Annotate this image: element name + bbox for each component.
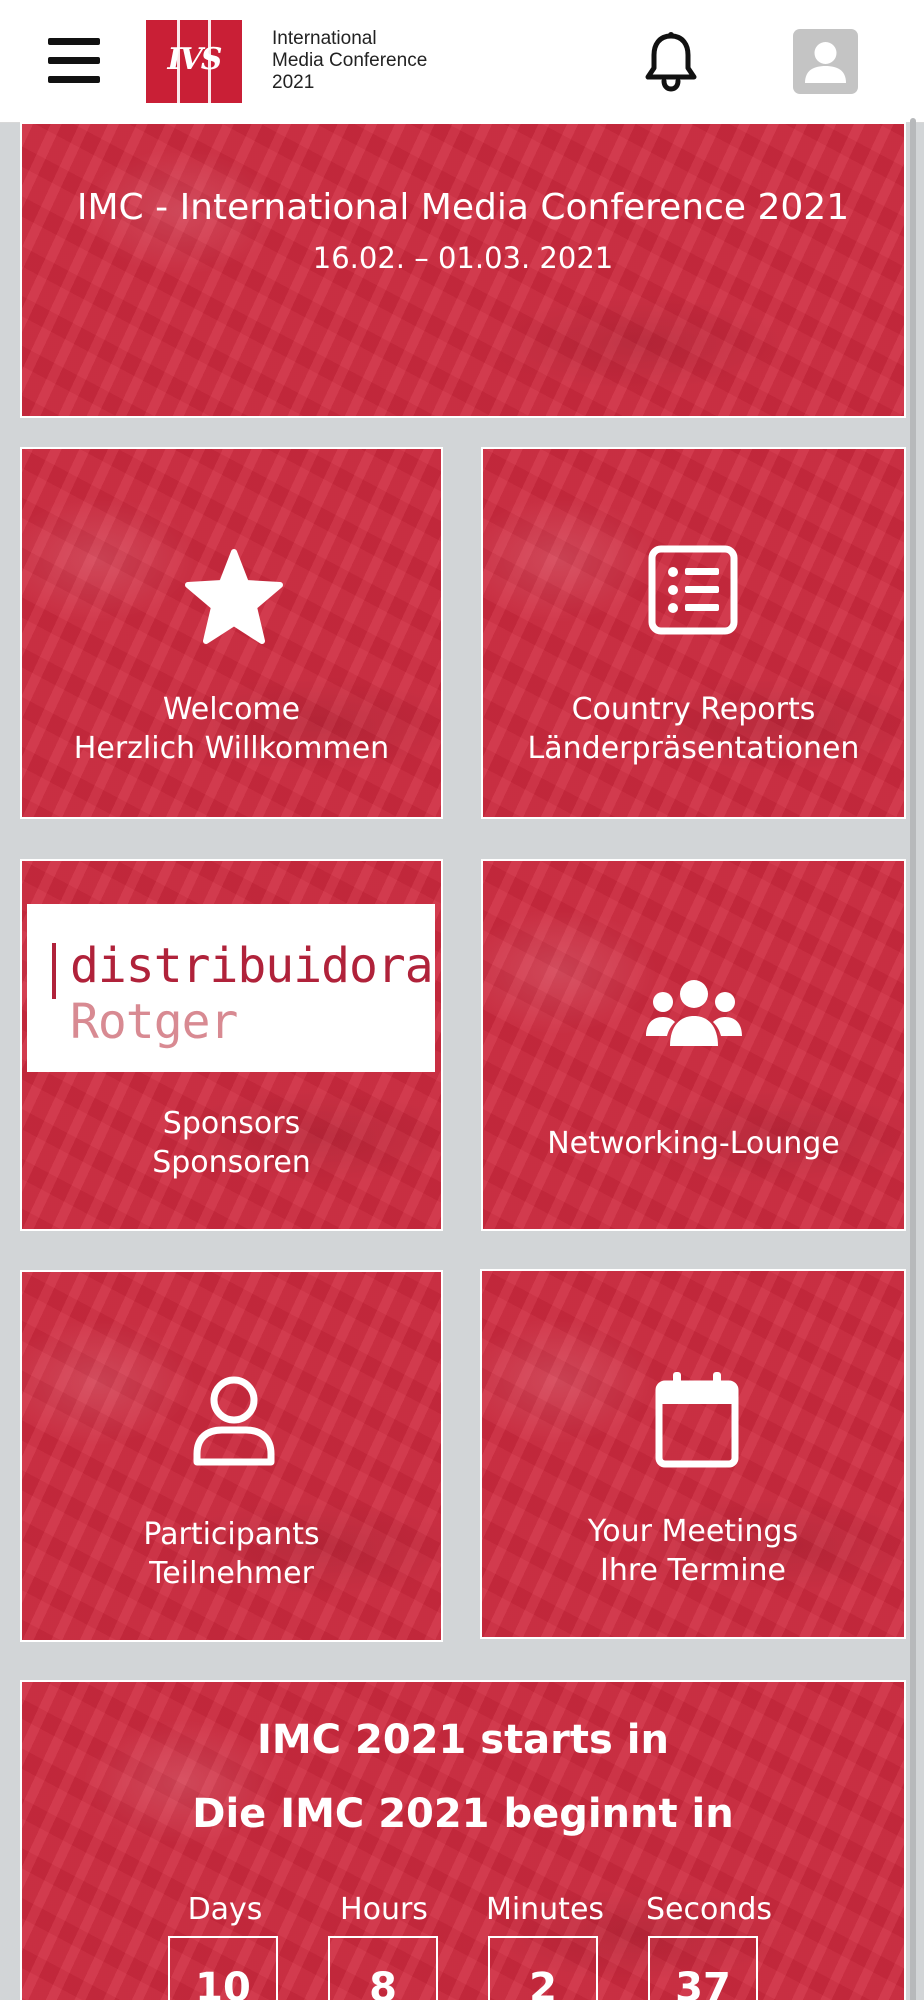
user-avatar-icon[interactable] [793, 29, 858, 94]
tile-sponsors-label-en: Sponsors [162, 1106, 301, 1141]
tile-networking-lounge-label: Networking-Lounge [547, 1126, 840, 1161]
countdown-hours-label: Hours [340, 1892, 428, 1927]
countdown-seconds-value: 37 [648, 1936, 758, 2000]
tile-sponsors[interactable]: distribuidora Rotger Sponsors Sponsoren [20, 859, 443, 1231]
tile-your-meetings[interactable]: Your Meetings Ihre Termine [480, 1269, 906, 1639]
countdown-minutes-label: Minutes [485, 1892, 605, 1927]
conference-hero-banner: IMC - International Media Conference 202… [20, 122, 906, 418]
sponsor-name-line-2: Rotger [70, 994, 238, 1050]
countdown-minutes-value: 2 [488, 1936, 598, 2000]
tile-country-reports[interactable]: Country Reports Länderpräsentationen [481, 447, 906, 819]
tile-participants-label-en: Participants [143, 1517, 320, 1552]
brand-line-3: 2021 [272, 72, 315, 93]
brand-line-1: International [272, 28, 377, 49]
sponsor-name-line-1: distribuidora [70, 938, 434, 994]
sponsor-logo-bar [52, 943, 56, 999]
bell-icon[interactable] [643, 30, 699, 92]
list-icon [647, 544, 739, 640]
tile-networking-lounge[interactable]: Networking-Lounge [481, 859, 906, 1231]
sponsor-logo-distribuidora-rotger[interactable]: distribuidora Rotger [27, 904, 435, 1072]
tile-participants[interactable]: Participants Teilnehmer [20, 1270, 443, 1642]
hamburger-menu-icon[interactable] [48, 38, 102, 84]
star-icon [182, 548, 286, 652]
users-group-icon [646, 978, 742, 1052]
app-header: IVS International Media Conference 2021 [0, 0, 924, 123]
brand-line-2: Media Conference [272, 50, 428, 71]
countdown-days-label: Days [187, 1892, 263, 1927]
calendar-icon [654, 1372, 740, 1472]
countdown-title-en: IMC 2021 starts in [257, 1717, 669, 1763]
tile-country-reports-label-de: Länderpräsentationen [527, 731, 860, 766]
tile-participants-label-de: Teilnehmer [149, 1556, 314, 1591]
countdown-hours-value: 8 [328, 1936, 438, 2000]
countdown-seconds-label: Seconds [646, 1892, 773, 1927]
conference-dates: 16.02. – 01.03. 2021 [312, 241, 614, 275]
tile-welcome-label-en: Welcome [162, 692, 301, 727]
tile-your-meetings-label-de: Ihre Termine [599, 1553, 787, 1588]
user-outline-icon [192, 1374, 276, 1472]
countdown-title-de: Die IMC 2021 beginnt in [192, 1791, 734, 1837]
tile-welcome[interactable]: Welcome Herzlich Willkommen [20, 447, 443, 819]
countdown-days-value: 10 [168, 1936, 278, 2000]
ivs-logo[interactable]: IVS [146, 20, 242, 103]
tile-welcome-label-de: Herzlich Willkommen [73, 731, 390, 766]
brand-name: International Media Conference 2021 [272, 28, 427, 94]
tile-country-reports-label-en: Country Reports [571, 692, 816, 727]
conference-title: IMC - International Media Conference 202… [76, 187, 850, 228]
countdown-panel: IMC 2021 starts in Die IMC 2021 beginnt … [20, 1680, 906, 2000]
scrollbar[interactable] [910, 118, 916, 2000]
tile-your-meetings-label-en: Your Meetings [587, 1514, 799, 1549]
tile-sponsors-label-de: Sponsoren [152, 1145, 311, 1180]
